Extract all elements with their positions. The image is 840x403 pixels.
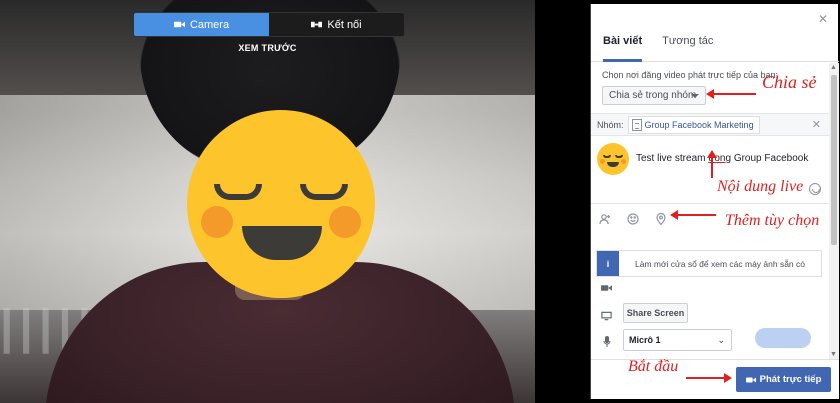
group-name: Group Facebook Marketing [644,119,754,130]
emoji-picker-icon[interactable] [809,183,821,195]
group-label: Nhóm: [597,119,624,130]
video-camera-icon [173,21,185,28]
go-live-label: Phát trực tiếp [759,374,822,385]
tab-interaction[interactable]: Tương tác [662,32,713,62]
tab-camera[interactable]: Camera [134,13,269,36]
emoji-face-overlay [187,110,375,298]
camera-preview: ||||| rence Camera Kết nối XEM TRƯỚC [0,0,535,403]
tab-post[interactable]: Bài viết [603,32,643,62]
scrollbar-thumb[interactable] [831,75,837,245]
panel-scroll-area: Chọn nơi đăng video phát trực tiếp của b… [591,63,829,359]
video-camera-icon [601,285,612,291]
audio-level-indicator [755,328,811,348]
tab-connect-label: Kết nối [327,18,362,31]
annotation-content: Nội dung live [717,178,804,195]
panel-scrollbar[interactable]: ▲ ▼ [829,63,839,359]
post-text-input[interactable]: Test live stream trong Group Facebook [636,153,808,164]
refresh-info-text: Làm mới cửa sổ để xem các máy ảnh sẵn có [635,258,805,269]
arrow-content [707,150,717,178]
scroll-up-icon[interactable]: ▲ [830,64,837,71]
post-text-before: Test live stream [636,153,709,164]
go-live-button[interactable]: Phát trực tiếp [736,367,831,392]
arrow-start [686,373,732,383]
annotation-options: Thêm tùy chọn [725,212,820,229]
info-icon: i [597,251,619,276]
share-destination-value: Chia sẻ trong nhóm [609,90,697,101]
choose-destination-label: Chọn nơi đăng video phát trực tiếp của b… [602,70,779,80]
scroll-down-icon[interactable]: ▼ [830,351,837,358]
video-camera-icon [745,377,756,382]
close-icon[interactable]: ✕ [818,12,828,26]
emoji-eye-right [300,184,348,200]
arrow-options [670,210,716,220]
connect-icon [311,21,323,28]
microphone-icon [603,336,611,347]
refresh-info-box: i Làm mới cửa sổ để xem các máy ảnh sẵn … [596,250,822,277]
chevron-down-icon: ⌄ [717,335,725,345]
feeling-icon[interactable] [627,212,639,225]
tag-people-icon[interactable] [599,213,611,225]
microphone-select[interactable]: Micrô 1 ⌄ [623,329,732,351]
share-destination-select[interactable]: Chia sẻ trong nhóm [602,86,706,105]
emoji-cheek-left [201,206,233,238]
tab-camera-label: Camera [189,18,230,31]
tab-connect[interactable]: Kết nối [269,13,404,36]
share-screen-button[interactable]: Share Screen [623,303,688,323]
panel-tabs: Bài viết Tương tác [591,32,839,62]
group-icon [631,118,642,131]
location-icon[interactable] [655,212,667,225]
remove-group-icon[interactable]: ✕ [812,118,821,131]
emoji-eye-left [214,184,262,200]
avatar [597,143,629,175]
monitor-icon [601,311,612,321]
mode-toggle: Camera Kết nối [133,12,405,37]
emoji-cheek-right [329,206,361,238]
caret-down-icon [691,94,699,98]
annotation-start: Bắt đầu [628,358,679,375]
annotation-share: Chia sẻ [762,72,817,92]
post-text-after: Group Facebook [731,153,809,164]
preview-label: XEM TRƯỚC [238,43,297,53]
arrow-share [706,89,756,99]
live-settings-panel: ✕ Bài viết Tương tác Chọn nơi đăng video… [590,4,839,399]
group-chip[interactable]: Group Facebook Marketing [627,115,760,134]
group-row: Nhóm: Group Facebook Marketing ✕ [591,113,829,136]
emoji-mouth [242,226,322,260]
microphone-value: Micrô 1 [629,335,661,345]
